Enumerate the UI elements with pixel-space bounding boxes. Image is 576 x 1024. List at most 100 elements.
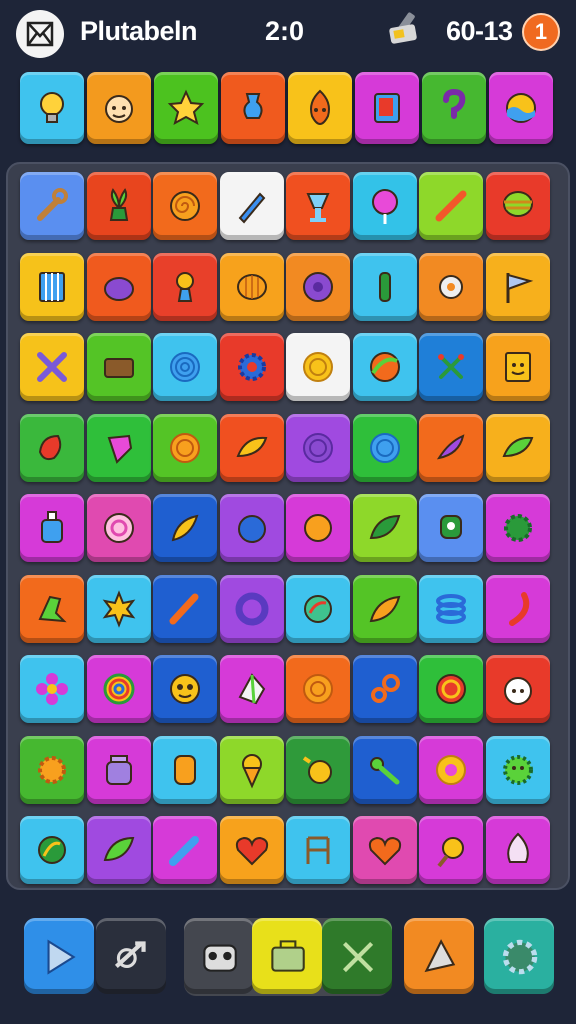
board-tile-ice-cream[interactable] — [219, 735, 284, 804]
board-tile-heart[interactable] — [219, 816, 284, 884]
board-tile-flower[interactable] — [20, 655, 84, 723]
leaf-swirl-icon — [38, 836, 66, 864]
toolbar-button-crossed[interactable] — [322, 918, 392, 994]
app-logo[interactable] — [16, 10, 64, 58]
board-tile-bee[interactable] — [419, 816, 483, 884]
board-tile-key-ring[interactable] — [352, 655, 417, 723]
crystal-icon — [238, 673, 265, 705]
board-tile-coin[interactable] — [286, 333, 350, 401]
chair-icon — [306, 836, 330, 864]
coin-icon — [303, 352, 333, 382]
toolbar-button-play[interactable] — [24, 918, 94, 994]
board-tile-chili[interactable] — [485, 574, 550, 643]
board-tile-spiral-blue[interactable] — [352, 413, 417, 482]
board-tile-roll[interactable] — [286, 655, 350, 723]
toolbar-button-robot-face[interactable] — [184, 918, 254, 994]
board-tile-leaf-plain[interactable] — [86, 816, 151, 884]
board-tile-mask[interactable] — [153, 655, 217, 723]
board-tile-brush[interactable] — [153, 574, 217, 643]
board-tile-barrel[interactable] — [153, 735, 217, 804]
board-tile-cup[interactable] — [286, 172, 350, 240]
board-tile-donut[interactable] — [286, 252, 350, 321]
board-tile-wrench[interactable] — [20, 172, 84, 240]
top-tile-fire-face[interactable] — [288, 72, 352, 144]
board-tile-coil[interactable] — [419, 574, 483, 643]
board-tile-spiral-orange[interactable] — [153, 413, 217, 482]
board-tile-ball[interactable] — [352, 333, 417, 401]
board-tile-ring[interactable] — [219, 574, 284, 643]
board-tile-leaf-yellow[interactable] — [219, 413, 284, 482]
board-tile-cross-tool[interactable] — [20, 333, 84, 401]
candy-icon — [436, 674, 466, 704]
board-tile-leaf-red[interactable] — [20, 413, 84, 482]
board-tile-picture-face[interactable] — [485, 333, 550, 401]
board-tile-crystal[interactable] — [219, 655, 284, 723]
key-ring-icon — [370, 674, 400, 703]
board-tile-plant[interactable] — [86, 172, 151, 240]
board-tile-leaf[interactable] — [352, 494, 417, 562]
board-tile-pencil[interactable] — [219, 172, 284, 240]
board-tile-rainbow-spiral[interactable] — [86, 655, 151, 723]
board-tile-leaf-swirl[interactable] — [20, 816, 84, 884]
board-tile-duck[interactable] — [286, 735, 350, 804]
leaf-yellow-icon — [236, 436, 267, 457]
notification-badge[interactable]: 1 — [522, 13, 560, 51]
top-tile-book[interactable] — [355, 72, 419, 144]
board-tile-top[interactable] — [485, 172, 550, 240]
board-tile-jar[interactable] — [86, 735, 151, 804]
board-tile-sun-coin[interactable] — [286, 494, 350, 562]
board-tile-candy[interactable] — [419, 655, 483, 723]
top-tile-face[interactable] — [87, 72, 151, 144]
board-tile-sun[interactable] — [86, 574, 151, 643]
board-tile-wallet[interactable] — [86, 333, 151, 401]
board-tile-garlic[interactable] — [485, 816, 550, 884]
board-tile-pot[interactable] — [86, 252, 151, 321]
board-tile-robot[interactable] — [419, 494, 483, 562]
top-tile-vase[interactable] — [221, 72, 285, 144]
toolbar-button-bag[interactable] — [252, 918, 322, 994]
toolbar-button-settings[interactable] — [484, 918, 554, 994]
top-tile-question[interactable] — [422, 72, 486, 144]
board-tile-key[interactable] — [352, 735, 417, 804]
board-tile-swirl[interactable] — [153, 172, 217, 240]
board-tile-gear[interactable] — [419, 252, 483, 321]
board-tile-spiral[interactable] — [153, 333, 217, 401]
board-tile-feather-orange[interactable] — [352, 574, 417, 643]
toolbar-button-pizza[interactable] — [404, 918, 474, 994]
board-tile-sun-gear[interactable] — [485, 494, 550, 562]
board-tile-cross-sticks[interactable] — [419, 333, 483, 401]
sun-coin-icon — [304, 514, 332, 542]
top-tile-lightbulb[interactable] — [20, 72, 84, 144]
board-tile-gem[interactable] — [86, 413, 151, 482]
top-tile-star-blob[interactable] — [154, 72, 218, 144]
board-tile-wand[interactable] — [419, 172, 483, 240]
board-tile-boot[interactable] — [20, 574, 84, 643]
board-tile-flag[interactable] — [485, 252, 550, 321]
board-tile-monster[interactable] — [485, 735, 550, 804]
board-tile-shell[interactable] — [219, 252, 284, 321]
toolbar-button-shuffle[interactable] — [96, 918, 166, 994]
top-tile-wave-ball[interactable] — [489, 72, 553, 144]
board-tile-heart-orange[interactable] — [352, 816, 417, 884]
board-tile-rose[interactable] — [86, 494, 151, 562]
board-tile-chair[interactable] — [286, 816, 350, 884]
board-tile-leaf-badge[interactable] — [286, 574, 350, 643]
board-tile-tube[interactable] — [352, 252, 417, 321]
board-tile-cog[interactable] — [219, 333, 284, 401]
board-tile-sheep[interactable] — [485, 655, 550, 723]
duck-icon — [302, 755, 332, 784]
board-tile-feather[interactable] — [153, 494, 217, 562]
hammer-icon[interactable] — [382, 8, 426, 52]
board-tile-orb[interactable] — [219, 494, 284, 562]
board-tile-flower-vase[interactable] — [153, 252, 217, 321]
board-tile-sun-flower[interactable] — [20, 735, 84, 804]
board-tile-spiral-purple[interactable] — [286, 413, 350, 482]
board-tile-cage[interactable] — [20, 252, 84, 321]
board-tile-pepper[interactable] — [419, 413, 483, 482]
board-tile-bottle[interactable] — [20, 494, 84, 562]
board-tile-lollipop[interactable] — [352, 172, 417, 240]
board-tile-marker[interactable] — [153, 816, 217, 884]
board-tile-coin-gold[interactable] — [419, 735, 483, 804]
board-tile-leaf-green[interactable] — [485, 413, 550, 482]
sun-gear-icon — [503, 514, 532, 542]
